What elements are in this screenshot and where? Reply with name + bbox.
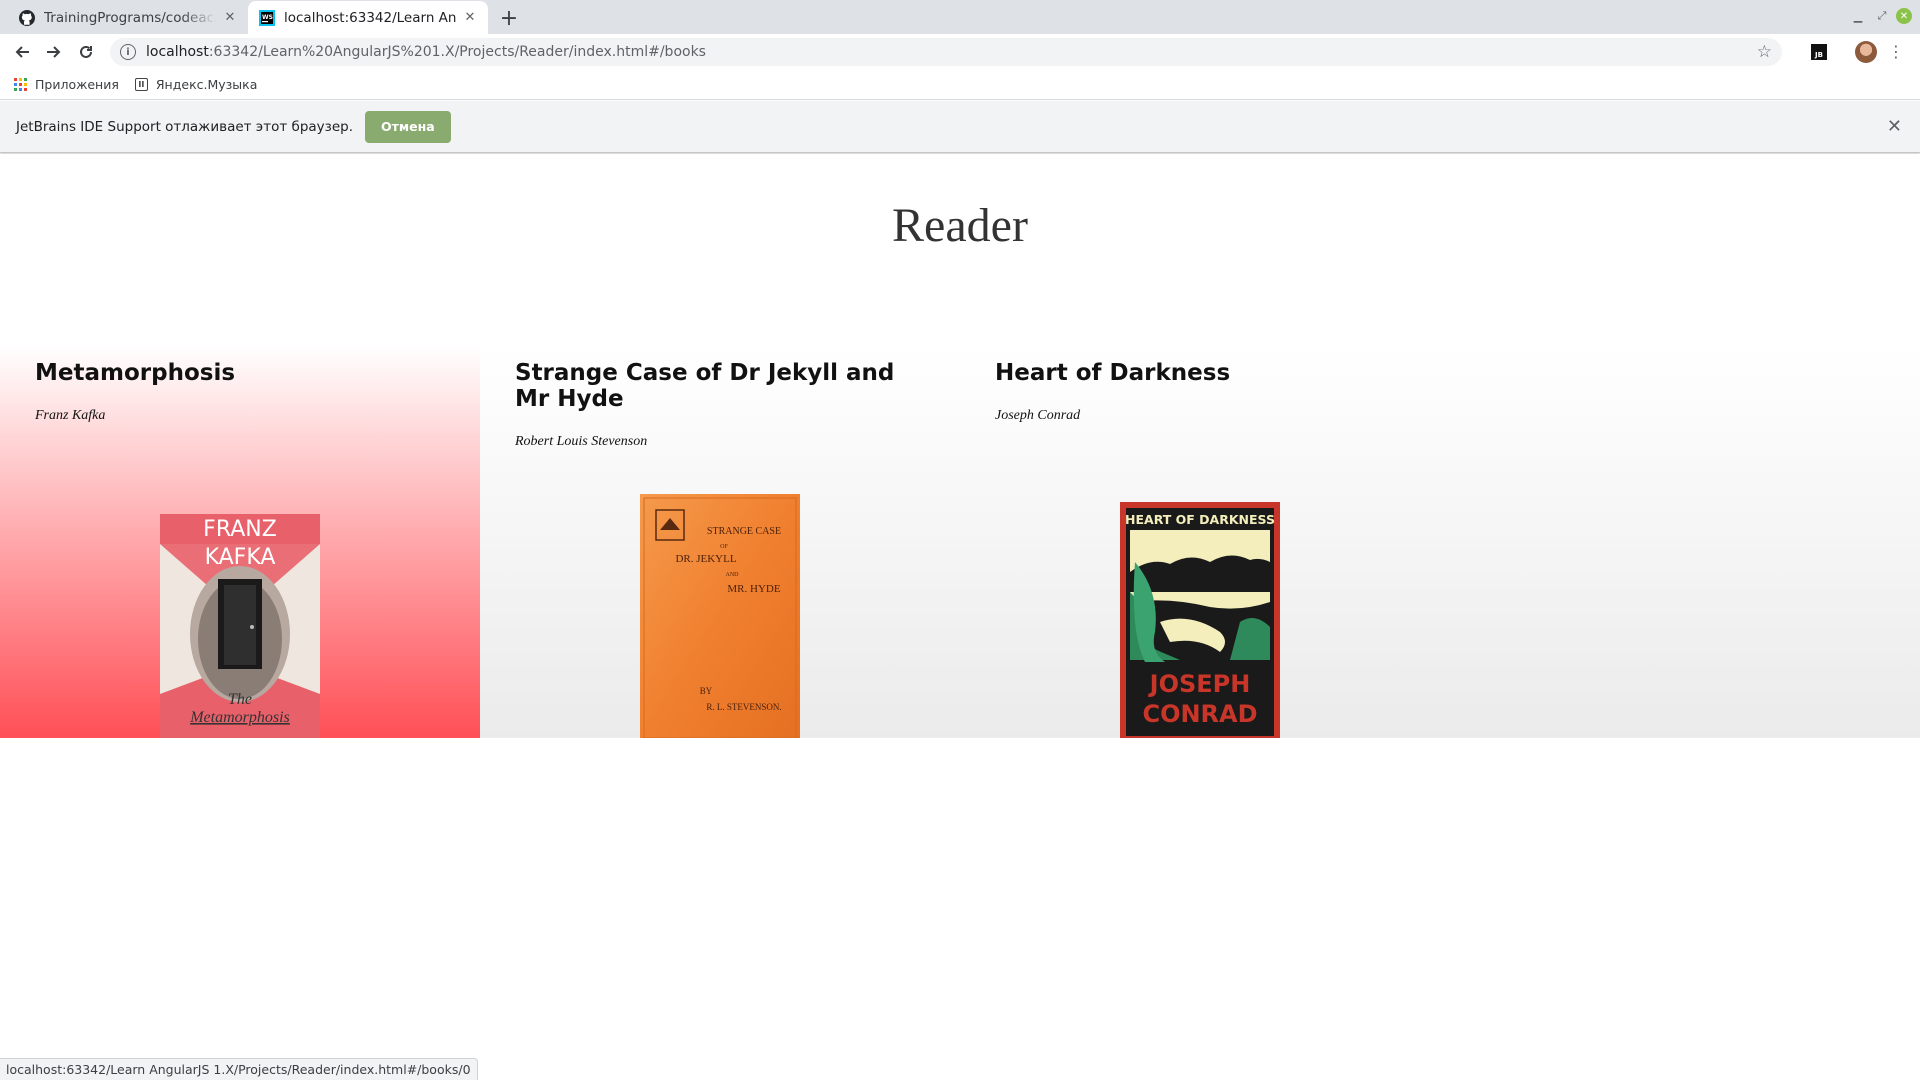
book-card[interactable]: Heart of Darkness Joseph Conrad HEART OF…	[960, 346, 1440, 738]
tab-close-icon[interactable]: ✕	[222, 10, 238, 26]
minimize-icon[interactable]: ▁	[1850, 8, 1866, 24]
book-title: Strange Case of Dr Jekyll and Mr Hyde	[515, 360, 895, 412]
cover-text: R. L. STEVENSON.	[706, 702, 781, 712]
cover-text: JOSEPH	[1148, 670, 1251, 698]
book-cover-jekyll[interactable]: STRANGE CASE OF DR. JEKYLL AND MR. HYDE …	[640, 494, 800, 738]
infobar-message: JetBrains IDE Support отлаживает этот бр…	[16, 118, 353, 135]
browser-toolbar: i localhost:63342/Learn%20AngularJS%201.…	[0, 34, 1920, 70]
cover-text: HEART OF DARKNESS	[1125, 512, 1275, 527]
book-list: Metamorphosis Franz Kafka FRANZ KAFKA Th…	[0, 346, 1920, 738]
webstorm-icon: WS	[258, 9, 275, 26]
bookmark-label: Приложения	[35, 77, 119, 92]
book-card[interactable]: Strange Case of Dr Jekyll and Mr Hyde Ro…	[480, 346, 960, 738]
debug-infobar: JetBrains IDE Support отлаживает этот бр…	[0, 101, 1920, 153]
svg-text:WS: WS	[262, 14, 273, 21]
forward-button[interactable]	[40, 38, 68, 66]
cover-text: DR. JEKYLL	[675, 553, 736, 565]
bookmark-label: Яндекс.Музыка	[155, 77, 258, 92]
window-close-icon[interactable]: ✕	[1896, 8, 1912, 24]
menu-kebab-icon[interactable]: ⋮	[1888, 42, 1904, 61]
new-tab-button[interactable]: +	[496, 5, 522, 31]
tab-close-icon[interactable]: ✕	[462, 10, 478, 26]
arrow-left-icon	[15, 46, 29, 58]
bookmark-apps[interactable]: Приложения	[14, 77, 119, 92]
status-url-bubble: localhost:63342/Learn AngularJS 1.X/Proj…	[0, 1058, 478, 1080]
jetbrains-extension-icon[interactable]: JB	[1811, 44, 1827, 60]
bookmark-yandex-music[interactable]: II Яндекс.Музыка	[134, 77, 258, 92]
page-title: Reader	[892, 199, 1028, 252]
cover-text: BY	[700, 686, 713, 696]
back-button[interactable]	[8, 38, 36, 66]
site-info-icon[interactable]: i	[120, 44, 136, 60]
tab-github[interactable]: TrainingPrograms/codeacademy ✕	[8, 1, 248, 34]
url-path: :63342/Learn%20AngularJS%201.X/Projects/…	[208, 44, 706, 60]
close-infobar-icon[interactable]: ✕	[1887, 116, 1902, 137]
cover-text: STRANGE CASE	[707, 526, 781, 537]
book-author: Franz Kafka	[35, 408, 106, 423]
book-title: Metamorphosis	[35, 360, 236, 386]
book-cover-conrad[interactable]: HEART OF DARKNESS JOSEPH CONRAD	[1120, 502, 1280, 738]
address-bar[interactable]: i localhost:63342/Learn%20AngularJS%201.…	[110, 38, 1782, 66]
book-card[interactable]: Metamorphosis Franz Kafka FRANZ KAFKA Th…	[0, 346, 480, 738]
cover-text: CONRAD	[1142, 700, 1257, 728]
tab-strip: TrainingPrograms/codeacademy ✕ WS localh…	[0, 0, 1920, 34]
cover-text: The	[228, 691, 252, 708]
cover-text: AND	[726, 572, 740, 578]
tab-title: TrainingPrograms/codeacademy	[44, 9, 216, 26]
cover-text: OF	[720, 544, 728, 550]
book-author: Robert Louis Stevenson	[515, 434, 648, 449]
book-cover-kafka[interactable]: FRANZ KAFKA The Metamorphosis	[160, 514, 320, 738]
yandex-music-icon: II	[134, 78, 148, 91]
bookmark-star-icon[interactable]: ☆	[1757, 42, 1772, 62]
arrow-right-icon	[47, 46, 61, 58]
cover-text: MR. HYDE	[727, 583, 780, 595]
page-content: Reader Metamorphosis Franz Kafka FRANZ K…	[0, 154, 1920, 1052]
cover-text: FRANZ	[203, 517, 277, 542]
reload-icon	[80, 45, 92, 58]
cover-text: KAFKA	[205, 545, 276, 570]
reload-button[interactable]	[72, 38, 100, 66]
url-host: localhost	[146, 44, 209, 60]
bookmarks-bar: Приложения II Яндекс.Музыка	[0, 70, 1920, 100]
book-author: Joseph Conrad	[995, 408, 1081, 423]
book-title: Heart of Darkness	[995, 360, 1231, 386]
cancel-debug-button[interactable]: Отмена	[365, 110, 451, 143]
tab-localhost[interactable]: WS localhost:63342/Learn AngularJS ✕	[248, 1, 488, 34]
tab-title: localhost:63342/Learn AngularJS	[284, 9, 456, 26]
github-icon	[18, 9, 35, 26]
maximize-icon[interactable]: ⤢	[1874, 8, 1890, 24]
cover-text: Metamorphosis	[189, 709, 290, 726]
profile-avatar[interactable]	[1855, 41, 1877, 63]
apps-grid-icon	[14, 78, 27, 91]
